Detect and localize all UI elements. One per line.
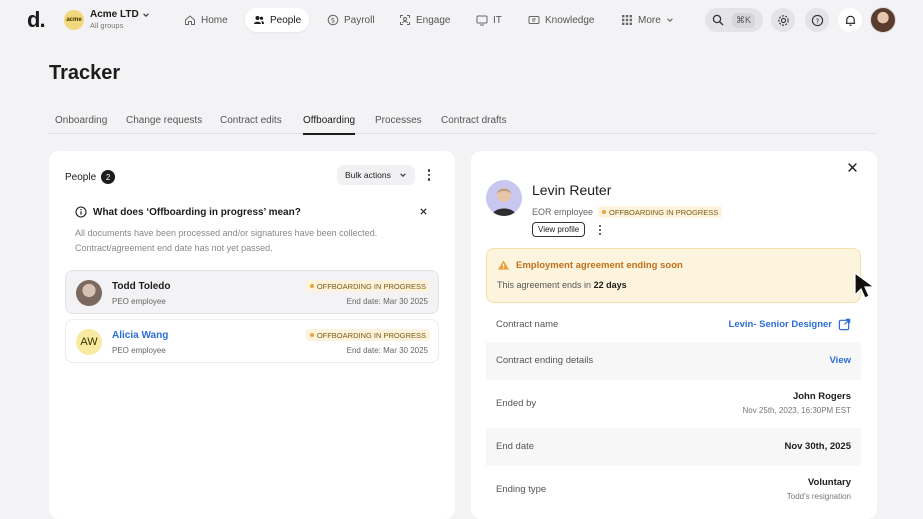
chevron-down-icon xyxy=(667,18,673,22)
search-button[interactable]: ⌘K xyxy=(705,8,763,32)
avatar: AW xyxy=(76,329,102,355)
close-icon[interactable] xyxy=(419,207,428,216)
person-role: PEO employee xyxy=(112,297,166,306)
org-logo: acme xyxy=(64,9,84,30)
warning-icon xyxy=(497,260,510,270)
view-profile-button[interactable]: View profile xyxy=(532,222,586,237)
avatar xyxy=(76,280,102,306)
gear-icon xyxy=(777,14,789,26)
user-avatar[interactable] xyxy=(870,7,896,33)
people-header: People 2 xyxy=(65,170,116,184)
employee-type: EOR employee xyxy=(532,207,594,217)
dollar-icon: $ xyxy=(327,14,339,26)
warning-title: Employment agreement ending soon xyxy=(516,259,683,271)
nav-engage[interactable]: Engage xyxy=(391,8,458,32)
org-name: Acme LTD xyxy=(90,9,139,20)
contract-name-row: Contract name Levin- Senior Designer xyxy=(486,306,861,342)
ending-type-sub: Todd's resignation xyxy=(786,492,851,501)
svg-text:?: ? xyxy=(815,16,819,25)
close-icon[interactable] xyxy=(847,162,858,173)
row-label: Ending type xyxy=(496,484,547,495)
ending-details-row: Contract ending details View xyxy=(486,342,861,380)
nav-people[interactable]: People xyxy=(245,8,310,32)
row-label: Ended by xyxy=(496,398,537,409)
book-icon xyxy=(528,16,540,24)
view-ending-details-link[interactable]: View xyxy=(830,355,851,366)
people-label: People xyxy=(65,171,97,183)
ending-type-value: Voluntary xyxy=(807,477,851,488)
nav-home[interactable]: Home xyxy=(176,8,236,32)
tab-offboarding[interactable]: Offboarding xyxy=(303,115,356,135)
chevron-down-icon xyxy=(142,12,149,17)
nav-payroll[interactable]: $ Payroll xyxy=(319,8,383,32)
tab-contract-edits[interactable]: Contract edits xyxy=(220,115,282,133)
top-navigation: d. acme Acme LTD All groups Home People … xyxy=(0,0,923,40)
warning-banner: Employment agreement ending soon This ag… xyxy=(486,248,861,303)
more-options-icon[interactable] xyxy=(595,225,605,235)
engage-icon xyxy=(400,15,410,25)
bell-icon xyxy=(845,15,855,26)
status-badge: OFFBOARDING IN PROGRESS xyxy=(598,206,723,218)
status-badge: OFFBOARDING IN PROGRESS xyxy=(305,280,430,292)
more-options-icon[interactable] xyxy=(424,169,434,181)
person-name[interactable]: Alicia Wang xyxy=(112,330,168,341)
search-shortcut: ⌘K xyxy=(732,12,756,28)
tracker-tabs: Onboarding Change requests Contract edit… xyxy=(49,112,877,135)
app-logo[interactable]: d. xyxy=(27,7,46,33)
employee-name: Levin Reuter xyxy=(532,182,612,198)
info-line-1: All documents have been processed and/or… xyxy=(75,228,378,238)
grid-icon xyxy=(622,15,632,25)
nav-knowledge[interactable]: Knowledge xyxy=(520,8,602,32)
svg-text:$: $ xyxy=(331,17,335,25)
status-badge: OFFBOARDING IN PROGRESS xyxy=(305,329,430,341)
tab-contract-drafts[interactable]: Contract drafts xyxy=(441,115,507,133)
nav-it[interactable]: IT xyxy=(468,8,510,32)
tab-processes[interactable]: Processes xyxy=(375,115,422,133)
chevron-down-icon xyxy=(400,173,406,177)
row-label: End date xyxy=(496,441,535,452)
people-icon xyxy=(254,16,264,24)
person-name: Todd Toledo xyxy=(112,281,171,292)
people-count-badge: 2 xyxy=(101,170,116,184)
row-label: Contract name xyxy=(496,319,559,330)
list-item[interactable]: AW Alicia Wang PEO employee OFFBOARDING … xyxy=(65,319,439,363)
ended-by-name: John Rogers xyxy=(792,391,851,402)
info-box: What does ‘Offboarding in progress’ mean… xyxy=(65,199,438,261)
ending-type-row: Ending type Voluntary Todd's resignation xyxy=(486,466,861,514)
info-line-2: Contract/agreement end date has not yet … xyxy=(75,243,273,253)
info-icon xyxy=(75,206,87,218)
end-date: End date: Mar 30 2025 xyxy=(346,346,428,355)
detail-panel: Levin Reuter EOR employee OFFBOARDING IN… xyxy=(471,151,877,519)
warning-text: This agreement ends in 22 days xyxy=(497,280,627,290)
bulk-actions-button[interactable]: Bulk actions xyxy=(337,165,415,185)
page-title: Tracker xyxy=(49,62,121,84)
warning-days: 22 days xyxy=(593,280,627,290)
person-role: PEO employee xyxy=(112,346,166,355)
contract-name-link[interactable]: Levin- Senior Designer xyxy=(729,318,851,331)
info-title: What does ‘Offboarding in progress’ mean… xyxy=(93,206,301,218)
search-icon xyxy=(712,14,724,26)
org-switcher[interactable]: acme Acme LTD All groups xyxy=(64,9,150,30)
nav-more[interactable]: More xyxy=(613,8,682,32)
avatar xyxy=(486,180,522,216)
mouse-cursor-icon xyxy=(854,271,876,299)
notifications-button[interactable] xyxy=(838,8,862,32)
help-button[interactable]: ? xyxy=(805,8,829,32)
end-date-row: End date Nov 30th, 2025 xyxy=(486,428,861,466)
ended-by-time: Nov 25th, 2023, 16:30PM EST xyxy=(742,406,851,415)
ended-by-row: Ended by John Rogers Nov 25th, 2023, 16:… xyxy=(486,380,861,428)
question-icon: ? xyxy=(811,14,823,26)
tab-onboarding[interactable]: Onboarding xyxy=(55,115,107,133)
row-label: Contract ending details xyxy=(496,355,594,366)
end-date-value: Nov 30th, 2025 xyxy=(784,441,851,452)
tab-change-requests[interactable]: Change requests xyxy=(126,115,202,133)
monitor-icon xyxy=(476,15,488,26)
settings-button[interactable] xyxy=(771,8,795,32)
external-link-icon xyxy=(838,318,851,331)
org-subtitle: All groups xyxy=(90,21,124,30)
home-icon xyxy=(185,15,195,25)
end-date: End date: Mar 30 2025 xyxy=(346,297,428,306)
people-panel: People 2 Bulk actions What does ‘Offboar… xyxy=(49,151,455,519)
list-item[interactable]: Todd Toledo PEO employee OFFBOARDING IN … xyxy=(65,270,439,314)
